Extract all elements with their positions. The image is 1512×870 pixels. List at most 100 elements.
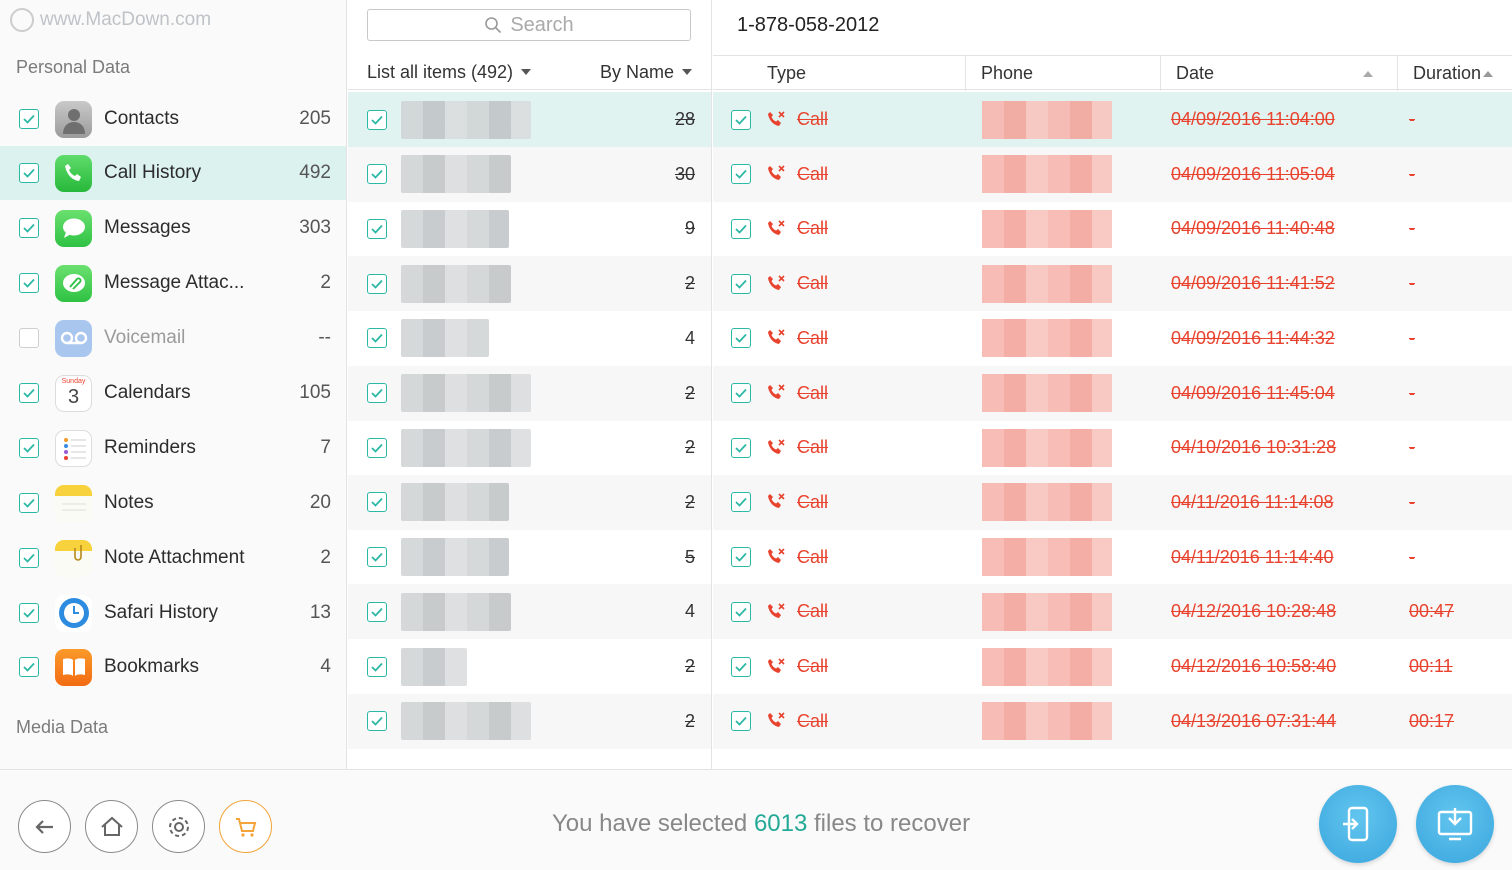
list-item[interactable]: 2 [348, 420, 711, 475]
settings-button[interactable] [152, 800, 205, 853]
list-item[interactable]: 28 [348, 92, 711, 147]
sidebar-item-note-attachment[interactable]: Note Attachment 2 [0, 531, 346, 585]
list-item[interactable]: 4 [348, 584, 711, 640]
table-row[interactable]: Call 04/13/2016 07:31:44 00:17 [713, 693, 1512, 749]
checkbox[interactable] [731, 547, 751, 568]
table-row[interactable]: Call 04/11/2016 11:14:40 - [713, 530, 1512, 585]
checkbox[interactable] [19, 163, 39, 183]
checkbox[interactable] [19, 383, 39, 403]
list-item[interactable]: 2 [348, 639, 711, 694]
checkbox[interactable] [731, 492, 751, 513]
sidebar-item-calendars[interactable]: Sunday 3 Calendars 105 [0, 366, 346, 420]
checkbox[interactable] [367, 711, 387, 732]
table-row[interactable]: Call 04/09/2016 11:40:48 - [713, 201, 1512, 256]
sidebar-item-safari-history[interactable]: Safari History 13 [0, 586, 346, 640]
checkbox[interactable] [19, 109, 39, 129]
recover-to-device-button[interactable] [1319, 785, 1397, 863]
list-item[interactable]: 5 [348, 530, 711, 585]
sidebar-item-message-attachments[interactable]: Message Attac... 2 [0, 256, 346, 310]
checkbox[interactable] [19, 438, 39, 458]
record-date: 04/09/2016 11:05:04 [1171, 163, 1335, 184]
record-type: Call [797, 382, 829, 403]
checkbox[interactable] [731, 109, 751, 130]
table-row[interactable]: Call 04/12/2016 10:58:40 00:11 [713, 639, 1512, 694]
record-date: 04/09/2016 11:04:00 [1171, 109, 1335, 129]
sidebar-item-voicemail[interactable]: Voicemail -- [0, 311, 346, 365]
checkbox[interactable] [19, 328, 39, 348]
column-date[interactable]: Date [1161, 56, 1398, 91]
search-input[interactable]: Search [367, 9, 691, 41]
checkbox[interactable] [731, 218, 751, 239]
checkbox[interactable] [731, 601, 751, 622]
checkbox[interactable] [367, 437, 387, 458]
checkbox[interactable] [731, 656, 751, 677]
list-item[interactable]: 2 [348, 256, 711, 312]
record-duration: - [1409, 546, 1415, 567]
list-item[interactable]: 2 [348, 693, 711, 749]
checkbox[interactable] [367, 547, 387, 568]
home-button[interactable] [85, 800, 138, 853]
list-item[interactable]: 9 [348, 201, 711, 256]
column-type[interactable]: Type [713, 56, 966, 91]
table-row[interactable]: Call 04/09/2016 11:45:04 - [713, 365, 1512, 421]
checkbox[interactable] [367, 656, 387, 677]
back-button[interactable] [18, 800, 71, 853]
checkbox[interactable] [19, 273, 39, 293]
checkbox[interactable] [367, 218, 387, 239]
checkbox[interactable] [19, 603, 39, 623]
blurred-name [401, 702, 531, 741]
cart-button[interactable] [219, 800, 272, 853]
sidebar-item-label: Calendars [104, 382, 191, 403]
list-item[interactable]: 4 [348, 311, 711, 366]
checkbox[interactable] [19, 493, 39, 513]
checkbox[interactable] [731, 273, 751, 294]
table-row[interactable]: Call 04/09/2016 11:44:32 - [713, 311, 1512, 366]
sidebar-item-messages[interactable]: Messages 303 [0, 201, 346, 255]
recover-to-device-icon [1343, 806, 1369, 842]
checkbox[interactable] [731, 711, 751, 732]
checkbox[interactable] [367, 109, 387, 130]
sort-dropdown[interactable]: By Name [600, 62, 692, 83]
checkbox[interactable] [731, 383, 751, 403]
sidebar-item-notes[interactable]: Notes 20 [0, 476, 346, 530]
media-data-heading: Media Data [16, 717, 109, 737]
checkbox[interactable] [19, 218, 39, 238]
table-row[interactable]: Call 04/12/2016 10:28:48 00:47 [713, 584, 1512, 640]
sidebar-item-call-history[interactable]: Call History 492 [0, 146, 346, 200]
column-label: Type [767, 63, 807, 83]
checkbox[interactable] [19, 657, 39, 677]
checkbox[interactable] [367, 328, 387, 349]
checkbox[interactable] [367, 273, 387, 294]
checkbox[interactable] [731, 437, 751, 458]
back-arrow-icon [34, 819, 53, 834]
column-phone[interactable]: Phone [966, 56, 1161, 91]
category-sidebar: www.MacDown.com Personal Data Contacts 2… [0, 0, 347, 769]
sidebar-item-contacts[interactable]: Contacts 205 [0, 92, 346, 146]
sidebar-item-label: Notes [104, 492, 154, 513]
table-row[interactable]: Call 04/09/2016 11:41:52 - [713, 256, 1512, 312]
checkbox[interactable] [367, 383, 387, 403]
selection-status: You have selected 6013 files to recover [552, 810, 970, 838]
recover-to-computer-button[interactable] [1416, 785, 1494, 863]
checkbox[interactable] [19, 548, 39, 568]
table-row[interactable]: Call 04/09/2016 11:04:00 - [713, 92, 1512, 147]
checkbox[interactable] [367, 492, 387, 513]
sidebar-item-reminders[interactable]: Reminders 7 [0, 421, 346, 475]
paperclip-icon [55, 264, 92, 302]
blurred-phone [982, 209, 1112, 248]
checkbox[interactable] [731, 164, 751, 185]
checkbox[interactable] [731, 328, 751, 349]
list-item[interactable]: 30 [348, 146, 711, 202]
list-item[interactable]: 2 [348, 365, 711, 421]
blurred-name [401, 538, 509, 577]
list-item[interactable]: 2 [348, 474, 711, 530]
list-all-dropdown[interactable]: List all items (492) [367, 62, 532, 83]
table-row[interactable]: Call 04/10/2016 10:31:28 - [713, 420, 1512, 475]
table-row[interactable]: Call 04/11/2016 11:14:08 - [713, 474, 1512, 530]
contacts-icon [55, 100, 92, 138]
column-duration[interactable]: Duration [1398, 56, 1512, 91]
checkbox[interactable] [367, 601, 387, 622]
table-row[interactable]: Call 04/09/2016 11:05:04 - [713, 146, 1512, 202]
sidebar-item-bookmarks[interactable]: Bookmarks 4 [0, 640, 346, 694]
checkbox[interactable] [367, 164, 387, 185]
